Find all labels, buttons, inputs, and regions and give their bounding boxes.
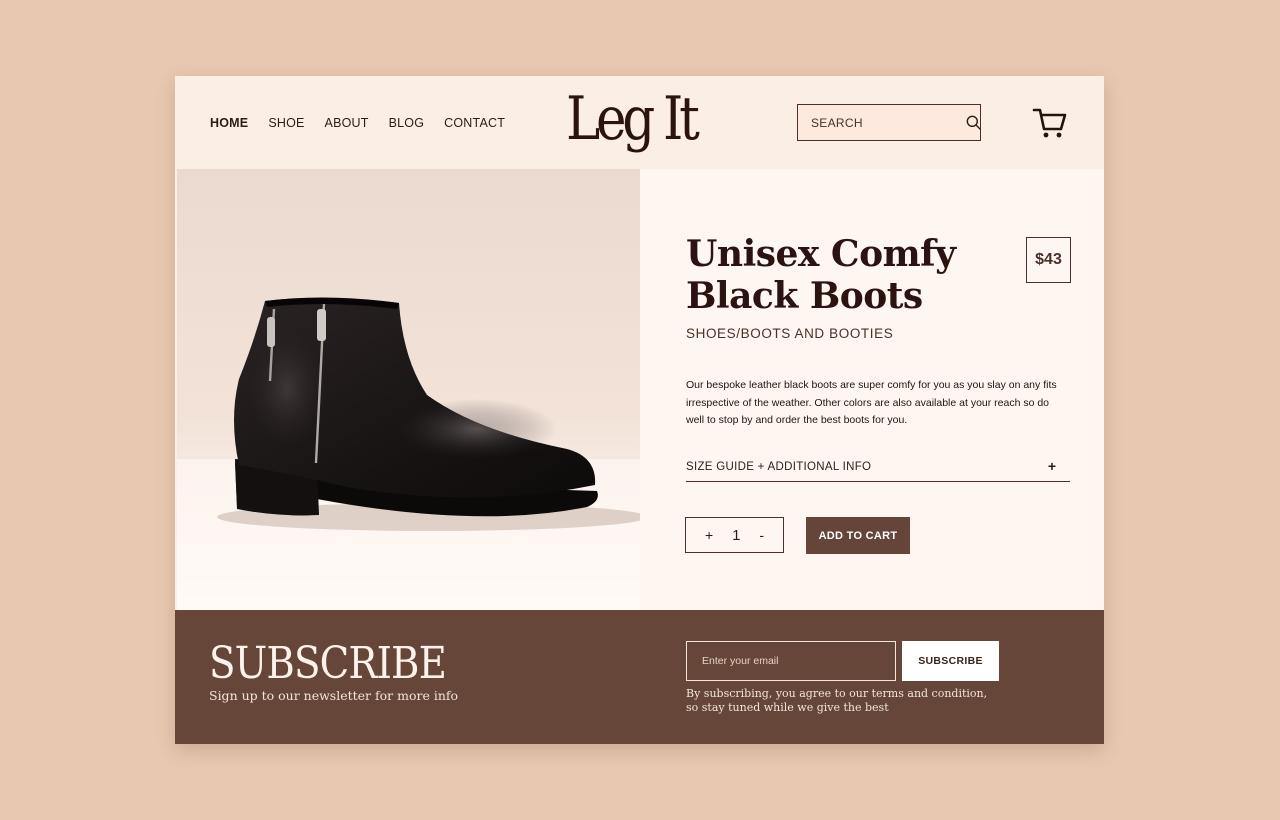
- product-title: Unisex Comfy Black Boots: [686, 233, 956, 317]
- product-category[interactable]: SHOES/BOOTS AND BOOTIES: [686, 326, 893, 341]
- quantity-stepper: + 1 -: [685, 517, 784, 553]
- nav-item-home[interactable]: HOME: [210, 116, 248, 130]
- nav-item-blog[interactable]: BLOG: [389, 116, 425, 130]
- search-input[interactable]: [798, 105, 966, 140]
- add-to-cart-button[interactable]: ADD TO CART: [806, 517, 910, 554]
- subscribe-title: SUBSCRIBE: [209, 638, 447, 689]
- cart-icon[interactable]: [1032, 106, 1068, 140]
- price-badge: $43: [1026, 237, 1071, 283]
- subscribe-tagline: Sign up to our newsletter for more info: [209, 688, 459, 703]
- product-description: Our bespoke leather black boots are supe…: [686, 379, 1057, 426]
- subscribe-button[interactable]: SUBSCRIBE: [902, 641, 999, 681]
- search-box: [797, 104, 981, 141]
- search-icon[interactable]: [966, 105, 981, 141]
- product-image: [177, 169, 640, 610]
- boot-illustration: [217, 297, 640, 531]
- size-guide-accordion[interactable]: SIZE GUIDE + ADDITIONAL INFO +: [686, 454, 1070, 482]
- quantity-decrement-button[interactable]: -: [759, 527, 764, 543]
- email-field[interactable]: [686, 641, 896, 681]
- product-page: HOME SHOE ABOUT BLOG CONTACT Leg It SEAR…: [175, 76, 1104, 744]
- brand-logo[interactable]: Leg It: [566, 80, 700, 158]
- nav-item-contact[interactable]: CONTACT: [444, 116, 505, 130]
- nav-item-shoe[interactable]: SHOE: [268, 116, 304, 130]
- accordion-label: SIZE GUIDE + ADDITIONAL INFO: [686, 461, 872, 473]
- site-header: HOME SHOE ABOUT BLOG CONTACT Leg It: [175, 76, 1104, 169]
- expand-plus-icon[interactable]: +: [1048, 454, 1070, 474]
- subscribe-section: SUBSCRIBE Sign up to our newsletter for …: [175, 610, 1104, 744]
- product-details: Unisex Comfy Black Boots $43 SHOES/BOOTS…: [640, 169, 1104, 610]
- nav-item-about[interactable]: ABOUT: [325, 116, 369, 130]
- quantity-value: 1: [732, 526, 741, 544]
- main-nav: HOME SHOE ABOUT BLOG CONTACT: [210, 116, 525, 130]
- quantity-increment-button[interactable]: +: [705, 527, 713, 543]
- subscribe-terms-note: By subscribing, you agree to our terms a…: [686, 687, 988, 714]
